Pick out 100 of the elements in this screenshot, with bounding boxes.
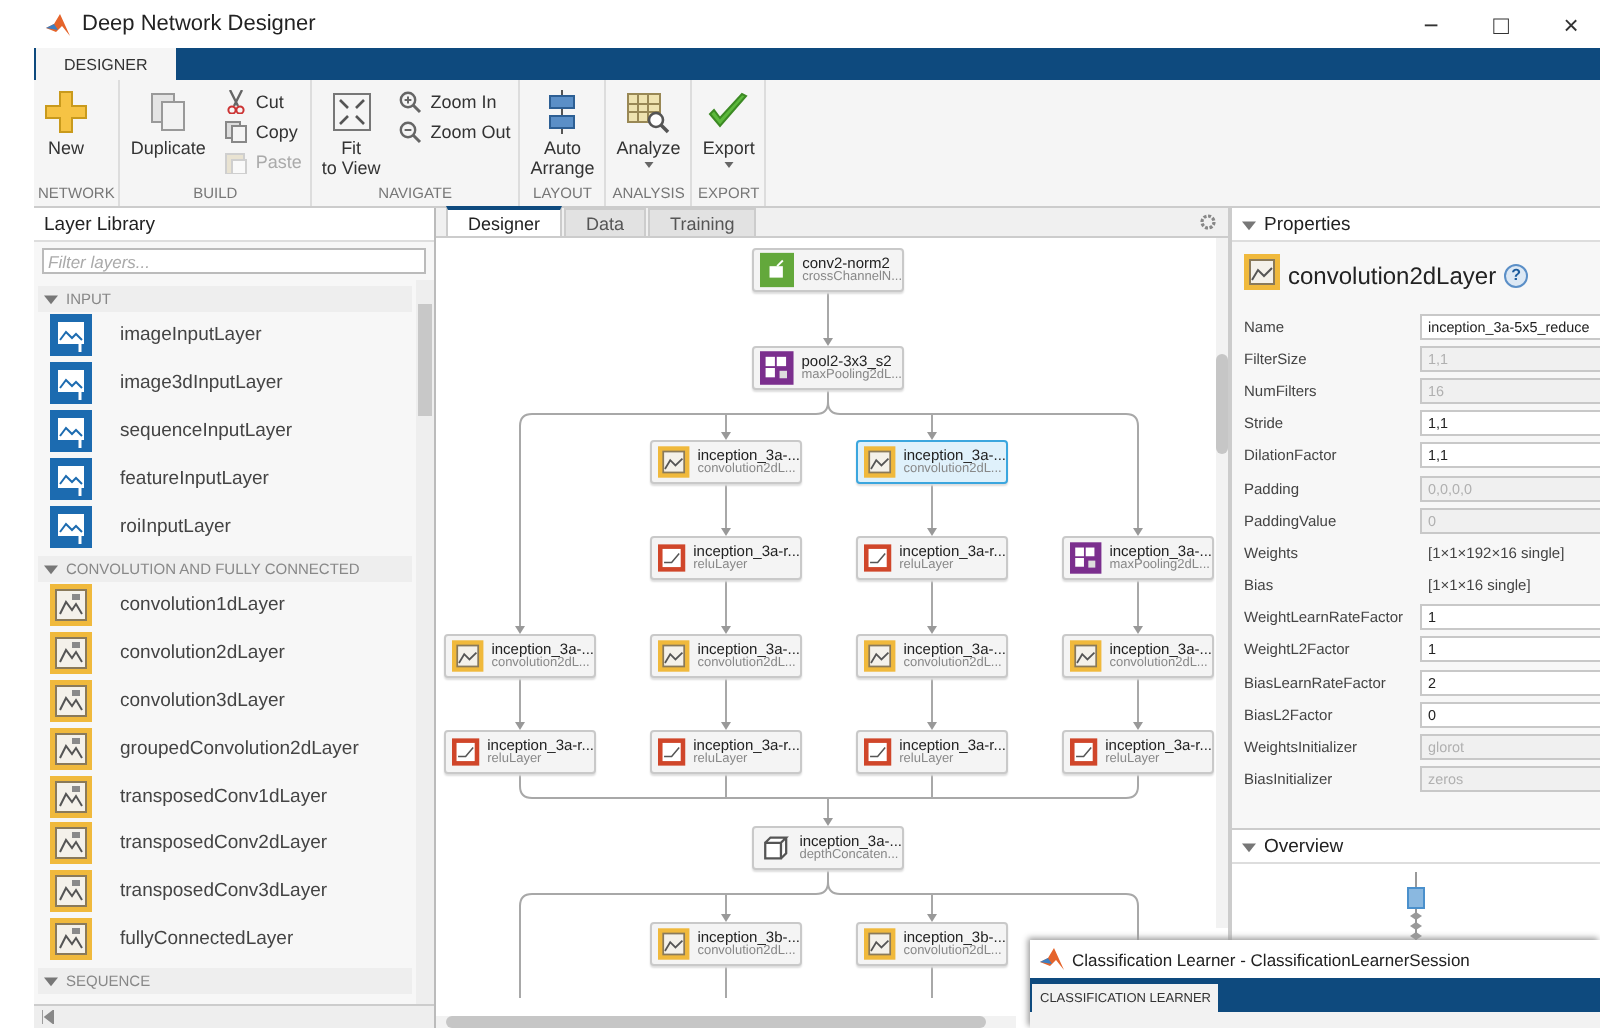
connector-line: [927, 677, 937, 730]
toolbar-button[interactable]: Auto Arrange: [524, 86, 601, 184]
node-icon: [658, 540, 686, 576]
window-title: Classification Learner - ClassificationLearnerSession: [1072, 949, 1470, 969]
node-icon: [1244, 254, 1280, 290]
duplicate-icon: [146, 90, 191, 134]
node-icon: [1070, 638, 1102, 674]
caret-icon[interactable]: [1242, 839, 1256, 853]
ribbon-tab[interactable]: DESIGNER: [36, 48, 176, 80]
layer-icon: [50, 584, 92, 627]
layer-item[interactable]: transposedConv2dLayer: [34, 819, 416, 868]
node-icon: [658, 444, 690, 480]
toolbar-button[interactable]: New: [38, 86, 94, 163]
node-icon: [658, 734, 686, 770]
connector-line: [721, 483, 731, 536]
panel-title: Properties: [1264, 213, 1351, 235]
connector-line: [1133, 677, 1143, 730]
node-icon: [658, 638, 690, 674]
zoom-out-icon: [398, 120, 423, 144]
node-icon: [864, 926, 896, 962]
connector-line: [931, 965, 933, 999]
connector-line: [927, 579, 937, 634]
layer-item[interactable]: image3dInputLayer: [34, 359, 416, 408]
app-logo-icon: [1040, 948, 1064, 970]
scrollbar[interactable]: [416, 280, 434, 1004]
toolbar-button[interactable]: Duplicate: [124, 86, 212, 163]
caret-icon[interactable]: [44, 561, 58, 576]
toolbar-button[interactable]: Export: [696, 86, 761, 173]
layer-title: convolution2dLayer: [1288, 261, 1497, 289]
layer-item[interactable]: transposedConv3dLayer: [34, 867, 416, 916]
layer-icon: [50, 505, 92, 548]
node-icon: [1070, 734, 1098, 770]
scrollbar[interactable]: [436, 1016, 1016, 1028]
window-control[interactable]: −: [1402, 9, 1460, 39]
copy-icon: [223, 120, 248, 144]
caret-icon[interactable]: [1242, 217, 1256, 231]
layer-icon: [50, 362, 92, 405]
layer-icon: [50, 457, 92, 500]
paste-icon: [223, 150, 248, 174]
filter-field[interactable]: Filter layers...: [42, 248, 426, 274]
caret-icon[interactable]: [44, 292, 58, 306]
toolbar-button[interactable]: Fit to View: [315, 86, 387, 184]
node-icon: [452, 734, 480, 770]
window-control[interactable]: □: [1472, 9, 1530, 39]
toolbar-button[interactable]: Zoom In: [394, 90, 515, 114]
node-icon: [864, 540, 892, 576]
plus-icon: [44, 90, 88, 134]
toolbar-button[interactable]: Analyze: [610, 86, 687, 173]
layer-item[interactable]: roiInputLayer: [34, 502, 416, 550]
help-button[interactable]: ?: [1504, 263, 1529, 287]
connector-line: [721, 677, 731, 730]
layer-item[interactable]: convolution2dLayer: [34, 629, 416, 678]
layer-item[interactable]: convolution1dLayer: [34, 581, 416, 630]
scissors-icon: [223, 90, 248, 114]
connector-line: [721, 579, 731, 634]
toolbar-button[interactable]: Copy: [219, 120, 306, 144]
node-icon: [1070, 540, 1102, 576]
connector-line: [725, 965, 727, 999]
collapse-icon[interactable]: [42, 1010, 54, 1024]
layer-item[interactable]: sequenceInputLayer: [34, 407, 416, 455]
node-icon: [760, 350, 794, 386]
layer-icon: [50, 314, 92, 357]
connector-line: [1133, 579, 1143, 634]
node-icon: [760, 830, 792, 866]
layer-icon: [50, 727, 92, 770]
toolbar-button[interactable]: Cut: [219, 90, 306, 114]
scrollbar[interactable]: [1216, 238, 1228, 928]
canvas-tab[interactable]: Designer: [446, 206, 563, 236]
caret-icon[interactable]: [44, 974, 58, 989]
panel-title: Layer Library: [44, 213, 155, 235]
layer-icon: [50, 632, 92, 675]
layer-item[interactable]: fullyConnectedLayer: [34, 915, 416, 963]
toolbar-button[interactable]: Zoom Out: [394, 120, 515, 144]
caret-icon[interactable]: [643, 162, 654, 169]
layer-icon: [50, 775, 92, 818]
layer-item[interactable]: imageInputLayer: [34, 312, 416, 360]
connector-line: [823, 291, 833, 346]
canvas-tab[interactable]: Data: [564, 208, 647, 236]
layer-icon: [50, 822, 92, 865]
node-icon: [452, 638, 484, 674]
caret-icon[interactable]: [723, 162, 734, 169]
node-icon: [760, 252, 795, 288]
window-title: Deep Network Designer: [82, 12, 318, 36]
layer-icon: [50, 409, 92, 452]
layer-item[interactable]: transposedConv1dLayer: [34, 772, 416, 820]
panel-title: Overview: [1264, 835, 1344, 857]
canvas-tab[interactable]: Training: [648, 208, 757, 236]
layer-item[interactable]: groupedConvolution2dLayer: [34, 724, 416, 773]
node-icon: [864, 638, 896, 674]
layer-item[interactable]: featureInputLayer: [34, 454, 416, 503]
fit-view-icon: [329, 90, 374, 134]
connector-line: [515, 677, 525, 730]
analyze-icon: [626, 90, 671, 134]
settings-icon[interactable]: [1200, 214, 1216, 230]
layer-icon: [50, 917, 92, 960]
connector-line: [927, 483, 937, 536]
layer-item[interactable]: convolution3dLayer: [34, 677, 416, 725]
zoom-in-icon: [398, 90, 423, 114]
window-control[interactable]: ×: [1542, 9, 1600, 39]
node-icon: [864, 734, 892, 770]
